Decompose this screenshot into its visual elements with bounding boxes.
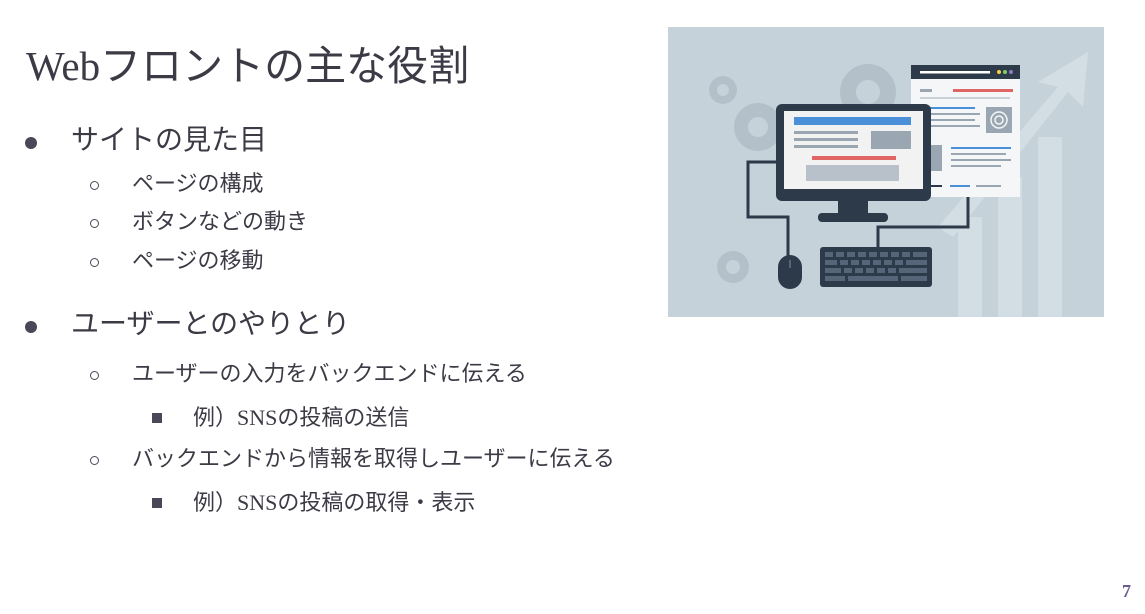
illustration-web-frontend [668,27,1104,317]
example-prefix: 例） [193,491,238,516]
title-latin: Web [26,43,101,89]
bullet-dot [25,321,37,333]
example-rest: の投稿の送信 [277,406,410,431]
bullet-circle [90,258,99,267]
bullet-level2: ボタンなどの動き [132,210,309,235]
bullet-square [152,498,162,508]
bullet-level3: 例）SNSの投稿の送信 [193,403,409,434]
bullet-circle [90,456,99,465]
example-latin: SNS [237,405,278,430]
bullet-square [152,413,162,423]
bullet-circle [90,181,99,190]
bullet-level2: バックエンドから情報を取得しユーザーに伝える [132,447,615,472]
bullet-circle [90,219,99,228]
bullet-level1: ユーザーとのやりとり [71,307,351,340]
page-title: Webフロントの主な役割 [26,40,469,92]
bullet-level3: 例）SNSの投稿の取得・表示 [193,488,475,519]
bullet-dot [25,137,37,149]
page-number: 7 [1122,581,1131,601]
bullet-circle [90,371,99,380]
bullet-level2: ユーザーの入力をバックエンドに伝える [132,362,527,387]
example-latin: SNS [237,490,278,515]
bullet-level2: ページの移動 [132,249,264,274]
keyboard-icon [820,247,932,287]
example-rest: の投稿の取得・表示 [277,491,476,516]
example-prefix: 例） [193,406,238,431]
mouse-icon [778,255,802,289]
bullet-level2: ページの構成 [132,172,264,197]
monitor-icon [776,104,931,222]
title-rest: フロントの主な役割 [100,42,470,90]
bullet-level1: サイトの見た目 [71,123,268,156]
slide: Webフロントの主な役割 サイトの見た目 ページの構成 ボタンなどの動き ページ… [0,0,1145,614]
